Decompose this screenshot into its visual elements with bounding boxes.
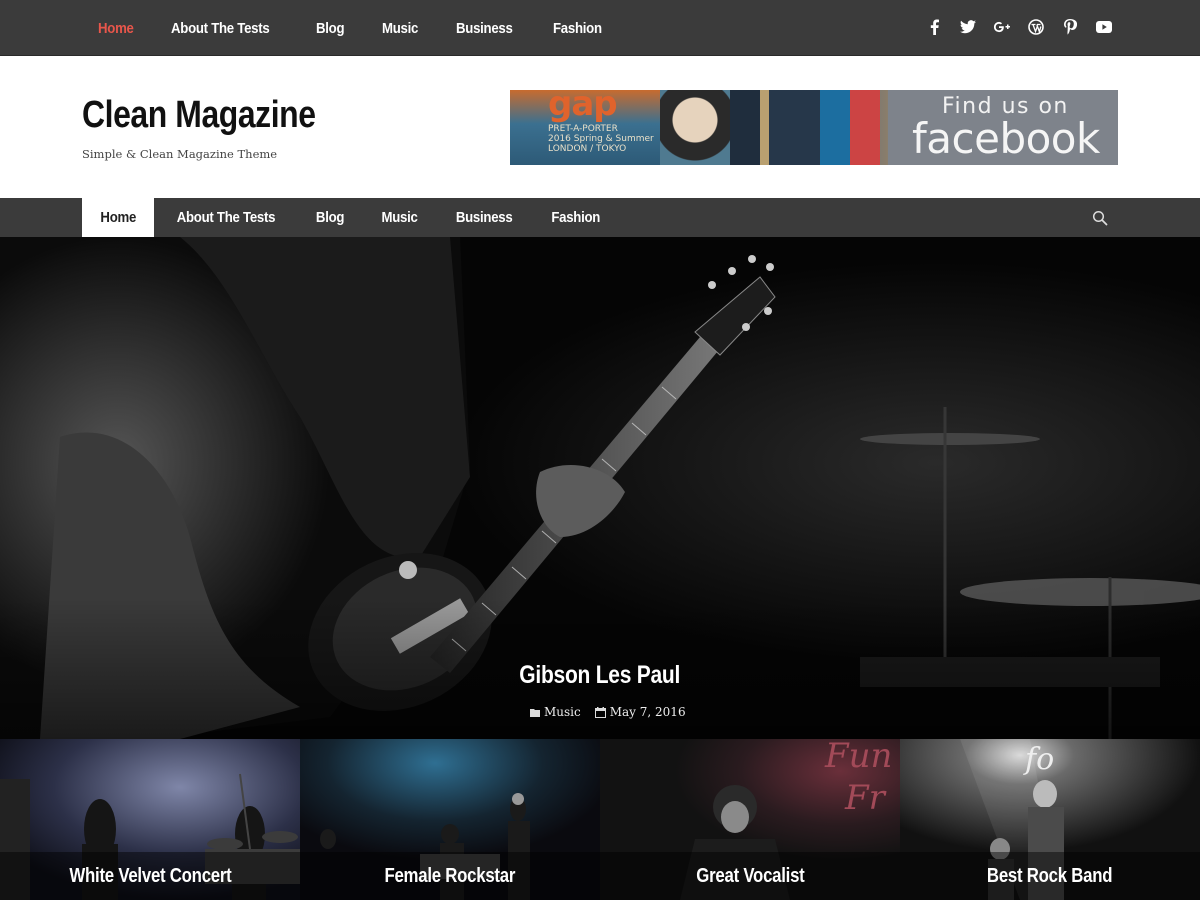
main-nav-business[interactable]: Business bbox=[436, 198, 532, 237]
hero-category[interactable]: Music bbox=[544, 705, 581, 719]
svg-text:fo: fo bbox=[1023, 742, 1054, 777]
pinterest-icon[interactable] bbox=[1062, 17, 1078, 37]
site-header: Clean Magazine Simple & Clean Magazine T… bbox=[0, 56, 1200, 198]
post-title[interactable]: Great Vocalist bbox=[696, 865, 804, 888]
hero-date: May 7, 2016 bbox=[609, 705, 686, 719]
folder-icon bbox=[530, 708, 540, 717]
post-grid: White Velvet Concert Female Rockstar Fun… bbox=[0, 739, 1200, 900]
magazine-title: gap bbox=[548, 90, 618, 124]
post-card-title-bar: Great Vocalist bbox=[600, 852, 900, 900]
post-title[interactable]: Female Rockstar bbox=[385, 865, 516, 888]
main-nav-fashion[interactable]: Fashion bbox=[532, 198, 619, 237]
social-links bbox=[926, 17, 1112, 37]
hero-caption: Gibson Les Paul bbox=[0, 661, 1200, 690]
magazine-face-image bbox=[660, 90, 730, 165]
hero-meta: Music May 7, 2016 bbox=[530, 705, 686, 719]
svg-text:Fun: Fun bbox=[824, 739, 892, 776]
facebook-wordmark: facebook bbox=[912, 114, 1100, 163]
post-card[interactable]: Female Rockstar bbox=[300, 739, 600, 900]
search-icon[interactable] bbox=[1092, 210, 1108, 226]
top-nav-fashion[interactable]: Fashion bbox=[553, 20, 602, 37]
twitter-icon[interactable] bbox=[960, 17, 976, 37]
post-card-title-bar: Best Rock Band bbox=[900, 852, 1200, 900]
facebook-icon[interactable] bbox=[926, 17, 942, 37]
main-nav-home-label: Home bbox=[100, 209, 137, 226]
magazine-sub-line-1: PRET-A-PORTER bbox=[548, 124, 618, 134]
google-plus-icon[interactable] bbox=[994, 17, 1010, 37]
main-nav: Home About The Tests Blog Music Business… bbox=[0, 198, 1200, 237]
top-bar: Home About The Tests Blog Music Business… bbox=[0, 0, 1200, 56]
site-title[interactable]: Clean Magazine bbox=[82, 94, 316, 137]
main-nav-music-label: Music bbox=[380, 209, 418, 226]
main-nav-music[interactable]: Music bbox=[363, 198, 436, 237]
top-nav: Home About The Tests Blog Music Business… bbox=[98, 0, 641, 56]
svg-text:Fr: Fr bbox=[844, 778, 887, 818]
top-nav-business[interactable]: Business bbox=[456, 20, 513, 37]
featured-post[interactable]: Gibson Les Paul Music May 7, 2016 bbox=[0, 237, 1200, 739]
post-title[interactable]: White Velvet Concert bbox=[69, 865, 231, 888]
youtube-icon[interactable] bbox=[1096, 17, 1112, 37]
main-nav-about-the-tests[interactable]: About The Tests bbox=[154, 198, 298, 237]
post-card[interactable]: White Velvet Concert bbox=[0, 739, 300, 900]
main-nav-blog-label: Blog bbox=[316, 209, 345, 226]
top-nav-about-the-tests[interactable]: About The Tests bbox=[171, 20, 270, 37]
main-nav-business-label: Business bbox=[455, 209, 512, 226]
main-nav-blog[interactable]: Blog bbox=[298, 198, 362, 237]
post-card[interactable]: fo Best Rock Band bbox=[900, 739, 1200, 900]
magazine-sub-line-2: 2016 Spring & Summer bbox=[548, 134, 654, 144]
facebook-banner[interactable]: gap PRET-A-PORTER 2016 Spring & Summer L… bbox=[510, 90, 1118, 165]
magazine-stack-image bbox=[730, 90, 880, 165]
main-nav-about-label: About The Tests bbox=[177, 209, 276, 226]
magazine-sub-line-3: LONDON / TOKYO bbox=[548, 144, 627, 154]
top-nav-home[interactable]: Home bbox=[98, 20, 134, 37]
magazine-subtitle: PRET-A-PORTER 2016 Spring & Summer LONDO… bbox=[548, 124, 654, 154]
site-description: Simple & Clean Magazine Theme bbox=[82, 147, 278, 161]
post-card-title-bar: White Velvet Concert bbox=[0, 852, 300, 900]
wordpress-icon[interactable] bbox=[1028, 17, 1044, 37]
hero-title[interactable]: Gibson Les Paul bbox=[520, 661, 681, 690]
main-nav-fashion-label: Fashion bbox=[551, 209, 600, 226]
post-card-title-bar: Female Rockstar bbox=[300, 852, 600, 900]
top-nav-music[interactable]: Music bbox=[382, 20, 418, 37]
post-card[interactable]: Fun Fr Great Vocalist bbox=[600, 739, 900, 900]
main-nav-home[interactable]: Home bbox=[82, 198, 155, 237]
calendar-icon bbox=[594, 706, 606, 718]
top-nav-blog[interactable]: Blog bbox=[316, 20, 345, 37]
post-title[interactable]: Best Rock Band bbox=[987, 865, 1113, 888]
